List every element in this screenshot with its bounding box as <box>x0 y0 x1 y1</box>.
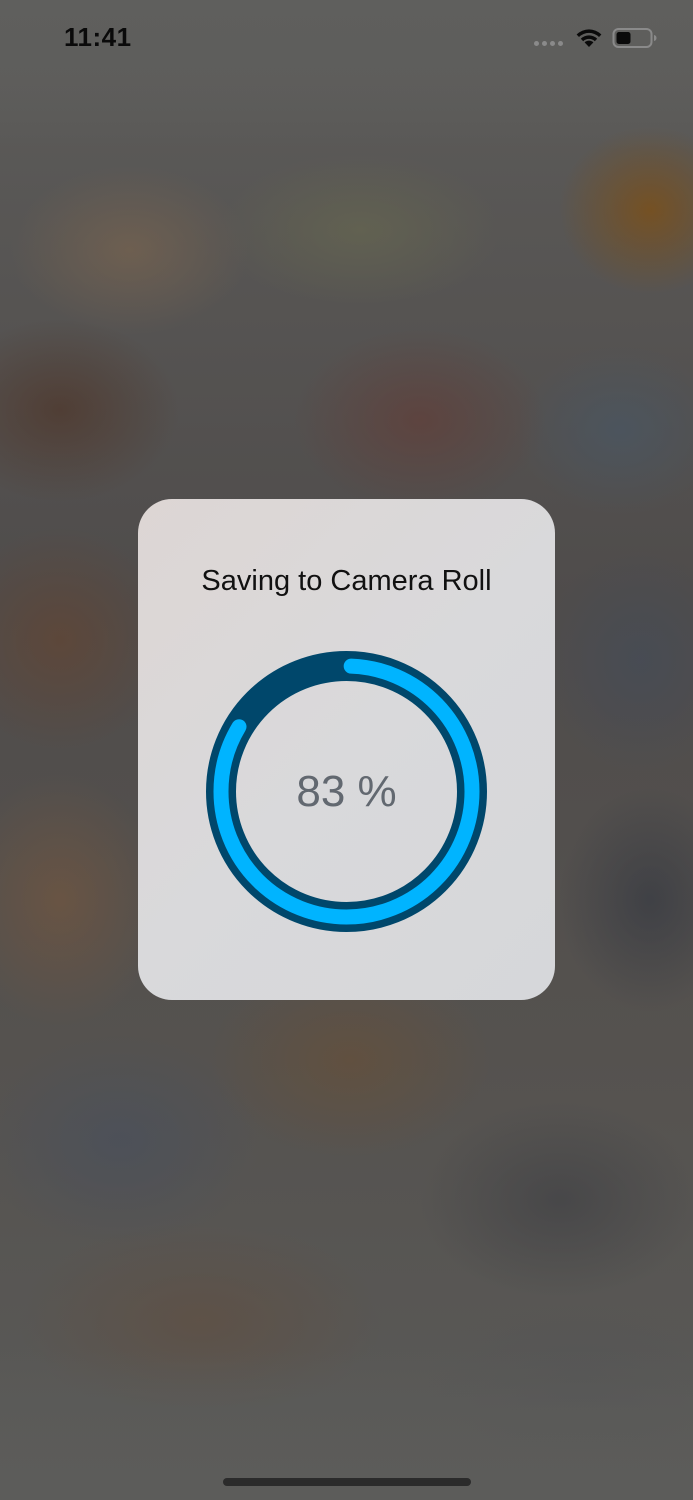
saving-dialog: Saving to Camera Roll 83 % <box>138 499 555 1000</box>
screen: 11:41 Saving to Camera Roll 83 % <box>0 0 693 1500</box>
wifi-icon <box>576 29 602 47</box>
status-bar: 11:41 <box>0 0 693 80</box>
status-time: 11:41 <box>64 22 132 52</box>
dialog-title: Saving to Camera Roll <box>201 565 492 597</box>
home-indicator[interactable] <box>223 1478 471 1486</box>
progress-percent-label: 83 % <box>296 766 397 816</box>
signal-dots-icon <box>534 41 563 46</box>
battery-icon <box>612 28 657 48</box>
